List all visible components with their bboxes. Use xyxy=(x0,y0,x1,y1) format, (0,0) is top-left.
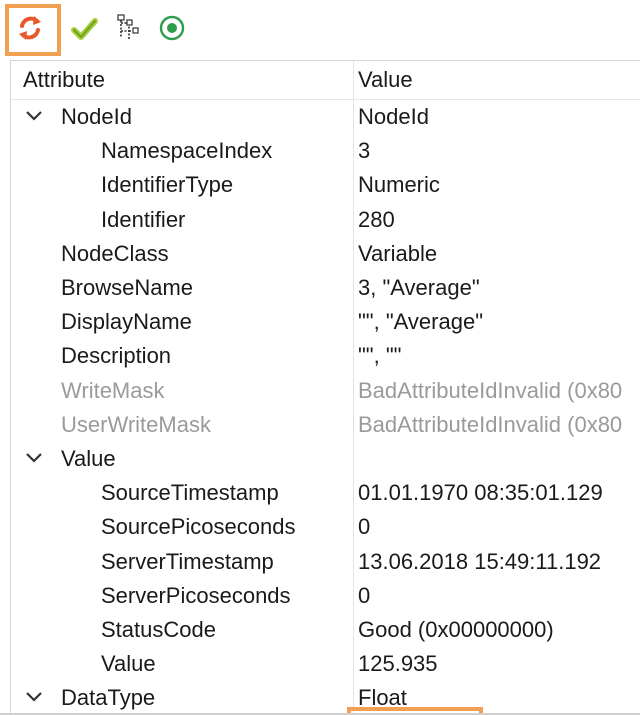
value-cell: 125.935 xyxy=(358,651,438,677)
chevron-down-icon[interactable] xyxy=(25,449,43,467)
table-row[interactable]: Identifier 280 xyxy=(11,204,640,238)
refresh-icon xyxy=(16,14,44,47)
value-cell: BadAttributeIdInvalid (0x80 xyxy=(358,411,623,437)
value-cell: 0 xyxy=(358,514,371,540)
table-row[interactable]: DisplayName "", "Average" xyxy=(11,306,640,340)
value-cell: "", "Average" xyxy=(358,309,484,335)
attribute-cell: ServerTimestamp xyxy=(101,548,274,574)
table-row[interactable]: Value xyxy=(11,443,640,477)
table-row[interactable]: WriteMask BadAttributeIdInvalid (0x80 xyxy=(11,375,640,409)
attribute-table: Attribute Value NodeId NodeId NamespaceInd… xyxy=(10,60,640,715)
table-row[interactable]: BrowseName 3, "Average" xyxy=(11,272,640,306)
chevron-down-icon[interactable] xyxy=(25,688,43,706)
table-row[interactable]: ServerTimestamp 13.06.2018 15:49:11.192 xyxy=(11,546,640,580)
table-header: Attribute Value xyxy=(11,61,640,100)
value-cell: 3 xyxy=(358,138,371,164)
value-cell: Variable xyxy=(358,240,438,266)
check-icon xyxy=(69,13,99,48)
attribute-cell: SourceTimestamp xyxy=(101,480,279,506)
chevron-down-icon[interactable] xyxy=(25,107,43,125)
table-row[interactable]: UserWriteMask BadAttributeIdInvalid (0x80 xyxy=(11,409,640,443)
toolbar xyxy=(0,0,640,58)
table-row[interactable]: NodeId NodeId xyxy=(11,101,640,135)
attribute-cell: Value xyxy=(101,651,156,677)
header-value[interactable]: Value xyxy=(358,67,413,93)
table-row[interactable]: NodeClass Variable xyxy=(11,238,640,272)
table-row[interactable]: IdentifierType Numeric xyxy=(11,169,640,203)
value-cell: Numeric xyxy=(358,172,440,198)
value-cell: "", "" xyxy=(358,343,402,369)
value-cell: BadAttributeIdInvalid (0x80 xyxy=(358,377,623,403)
record-button[interactable] xyxy=(154,10,190,50)
attribute-cell: NodeClass xyxy=(61,240,169,266)
attribute-cell: Value xyxy=(61,446,116,471)
value-cell: Good (0x00000000) xyxy=(358,617,554,642)
header-attribute[interactable]: Attribute xyxy=(23,67,105,93)
value-cell: NodeId xyxy=(358,104,429,129)
tree-button[interactable] xyxy=(110,10,146,50)
table-row[interactable]: NamespaceIndex 3 xyxy=(11,135,640,169)
attribute-cell: WriteMask xyxy=(61,377,165,403)
table-row[interactable]: DataType Float xyxy=(11,682,640,715)
value-cell: 280 xyxy=(358,206,395,232)
attribute-cell: DataType xyxy=(61,685,156,711)
attribute-cell: DisplayName xyxy=(61,309,192,335)
attribute-cell: Description xyxy=(61,343,172,369)
table-row[interactable]: Value 125.935 xyxy=(11,648,640,682)
value-cell: 3, "Average" xyxy=(358,275,480,300)
value-cell: 01.01.1970 08:35:01.129 xyxy=(358,480,603,506)
attribute-cell: SourcePicoseconds xyxy=(101,514,296,540)
attribute-cell: UserWriteMask xyxy=(61,411,211,437)
attribute-cell: IdentifierType xyxy=(101,172,234,198)
tree-icon xyxy=(115,13,141,48)
attribute-cell: NodeId xyxy=(61,104,132,129)
check-button[interactable] xyxy=(66,10,102,50)
value-cell: 13.06.2018 15:49:11.192 xyxy=(358,548,602,574)
refresh-button[interactable] xyxy=(12,10,48,50)
table-row[interactable]: StatusCode Good (0x00000000) xyxy=(11,614,640,648)
record-icon xyxy=(158,14,186,47)
attribute-cell: StatusCode xyxy=(101,617,216,642)
table-row[interactable]: ServerPicoseconds 0 xyxy=(11,580,640,614)
attribute-cell: BrowseName xyxy=(61,275,194,300)
attribute-cell: NamespaceIndex xyxy=(101,138,273,164)
attribute-cell: ServerPicoseconds xyxy=(101,582,291,608)
value-cell: 0 xyxy=(358,582,371,608)
table-row[interactable]: SourceTimestamp 01.01.1970 08:35:01.129 xyxy=(11,477,640,511)
table-row[interactable]: Description "", "" xyxy=(11,340,640,374)
attribute-cell: Identifier xyxy=(101,206,186,232)
table-row[interactable]: SourcePicoseconds 0 xyxy=(11,511,640,545)
